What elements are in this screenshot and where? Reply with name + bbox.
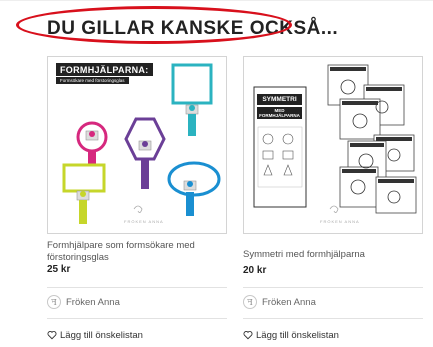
heart-icon — [243, 331, 253, 340]
oval-magnifier-blue — [167, 161, 221, 216]
image-banner-sub: MED FORMHJÄLPARNA — [257, 107, 302, 119]
seller-link[interactable]: ꟻ Fröken Anna — [47, 294, 120, 310]
seller-name: Fröken Anna — [262, 296, 316, 308]
product-title[interactable]: Symmetri med formhjälparna — [243, 249, 425, 261]
product-image[interactable]: SYMMETRI MED FORMHJÄLPARNA FRÖKEN ANNA — [243, 56, 423, 234]
divider — [47, 287, 227, 288]
product-price: 20 kr — [243, 265, 267, 276]
divider — [47, 318, 227, 319]
book-cover — [253, 86, 307, 208]
brand-text: FRÖKEN ANNA — [320, 219, 360, 224]
add-to-wishlist-button[interactable]: Lägg till önskelistan — [243, 327, 339, 343]
wishlist-label: Lägg till önskelistan — [60, 329, 143, 341]
product-title[interactable]: Formhjälpare som formsökare med förstori… — [47, 240, 229, 263]
top-divider — [0, 0, 433, 1]
divider — [243, 318, 423, 319]
square-magnifier-teal — [171, 63, 213, 136]
circle-magnifier-pink — [76, 90, 127, 176]
seller-name: Fröken Anna — [66, 296, 120, 308]
image-banner: SYMMETRI — [257, 94, 302, 105]
product-price: 25 kr — [47, 264, 71, 275]
brand-text: FRÖKEN ANNA — [124, 219, 164, 224]
seller-link[interactable]: ꟻ Fröken Anna — [243, 294, 316, 310]
hexagon-magnifier-purple — [124, 117, 166, 189]
symmetry-worksheets-illustration — [253, 64, 417, 214]
magnifier-shapes-illustration — [62, 63, 221, 224]
wishlist-label: Lägg till önskelistan — [256, 329, 339, 341]
add-to-wishlist-button[interactable]: Lägg till önskelistan — [47, 327, 143, 343]
highlight-ellipse — [16, 6, 292, 44]
brand-logo — [329, 205, 339, 213]
product-card: FORMHJÄLPARNA: Formsökare med förstoring… — [47, 56, 227, 347]
divider — [243, 287, 423, 288]
seller-avatar-icon: ꟻ — [47, 295, 61, 309]
product-card: SYMMETRI MED FORMHJÄLPARNA FRÖKEN ANNA S… — [243, 56, 423, 347]
seller-avatar-icon: ꟻ — [243, 295, 257, 309]
rectangle-magnifier-lime — [62, 163, 106, 224]
product-image[interactable]: FORMHJÄLPARNA: Formsökare med förstoring… — [47, 56, 227, 234]
heart-icon — [47, 331, 57, 340]
brand-logo — [133, 205, 143, 213]
